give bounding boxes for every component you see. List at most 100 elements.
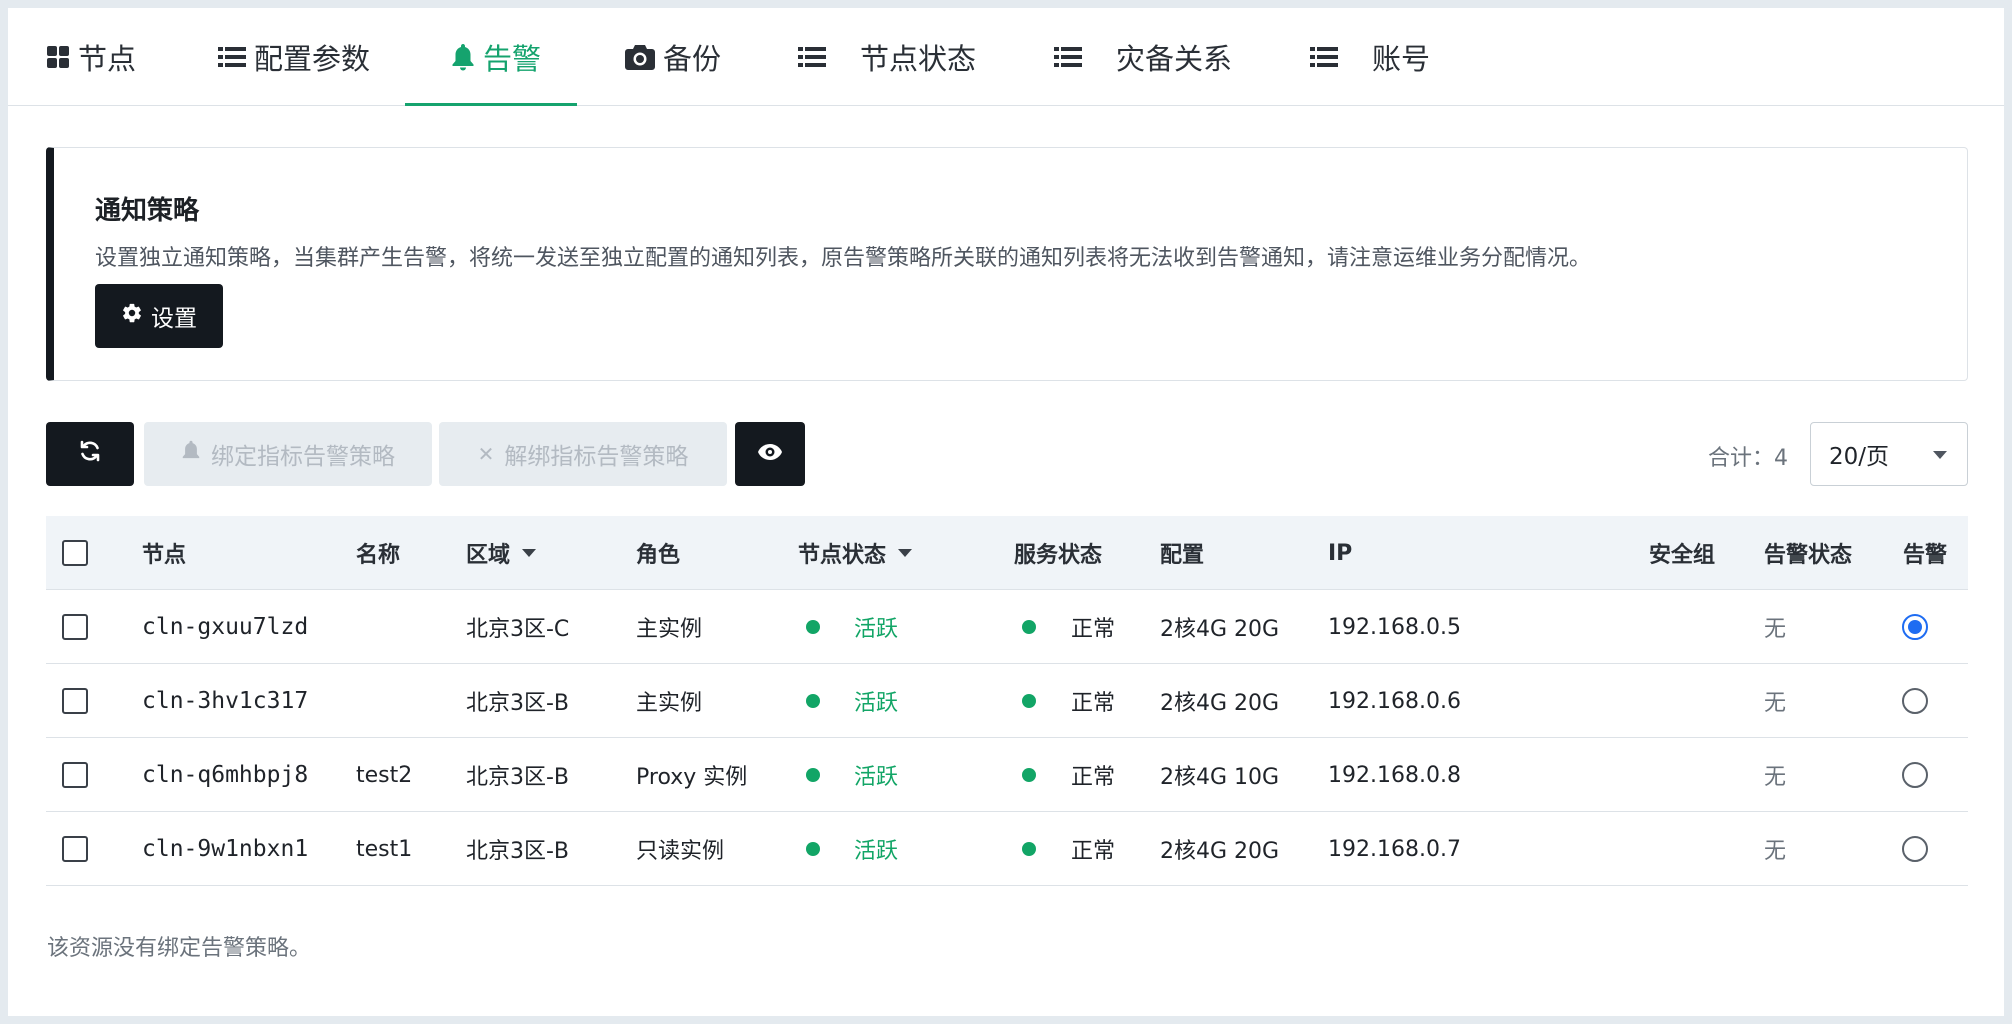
node-zone: 北京3区-C (466, 617, 570, 642)
tab-label: 灾备关系 (1116, 42, 1233, 76)
grid-icon (46, 45, 70, 69)
camera-icon (625, 44, 655, 70)
row-checkbox[interactable] (62, 614, 88, 640)
tab-bar: 节点 配置参数 告警 备份 节点状态 灾备关系 账号 (8, 8, 2004, 106)
node-ip: 192.168.0.7 (1328, 836, 1461, 862)
alarm-status: 无 (1764, 765, 1787, 790)
node-role: 主实例 (636, 691, 703, 716)
settings-label: 设置 (151, 306, 197, 332)
bell-icon (451, 43, 475, 71)
header-service-status: 服务状态 (1014, 543, 1103, 568)
notification-policy-panel: 通知策略 设置独立通知策略，当集群产生告警，将统一发送至独立配置的通知列表，原告… (46, 147, 1968, 381)
node-role: Proxy 实例 (636, 765, 748, 790)
node-status-dot (806, 738, 820, 812)
node-status: 活跃 (854, 691, 899, 716)
header-node-status: 节点状态 (798, 516, 913, 590)
row-checkbox[interactable] (62, 688, 88, 714)
header-role: 角色 (636, 543, 681, 568)
alarm-radio[interactable] (1902, 688, 1928, 714)
tab-label: 备份 (663, 42, 722, 76)
unbind-alarm-policy-button[interactable]: ✕ 解绑指标告警策略 (439, 422, 727, 486)
tab-nodes[interactable]: 节点 (46, 8, 136, 106)
node-config: 2核4G 20G (1160, 839, 1280, 864)
row-checkbox[interactable] (62, 762, 88, 788)
node-id[interactable]: cln-gxuu7lzd (142, 590, 308, 664)
alarm-status: 无 (1764, 617, 1787, 642)
list-icon (1054, 45, 1082, 69)
active-tab-indicator (405, 103, 577, 106)
header-alarm: 告警 (1903, 543, 1948, 568)
table-row[interactable]: cln-q6mhbpj8 test2 北京3区-B Proxy 实例 活跃 正常… (46, 738, 1968, 812)
header-ip: IP (1328, 540, 1353, 566)
select-all-checkbox[interactable] (62, 540, 88, 566)
tab-label: 账号 (1372, 42, 1431, 76)
node-id[interactable]: cln-q6mhbpj8 (142, 738, 308, 812)
tab-alarm[interactable]: 告警 (451, 8, 541, 106)
table-row[interactable]: cln-9w1nbxn1 test1 北京3区-B 只读实例 活跃 正常 2核4… (46, 812, 1968, 886)
tab-label: 节点状态 (860, 42, 977, 76)
view-columns-button[interactable] (735, 422, 805, 486)
chevron-down-icon (1933, 451, 1947, 459)
settings-button[interactable]: 设置 (95, 284, 223, 348)
service-status-dot (1022, 664, 1036, 738)
service-status-dot (1022, 590, 1036, 664)
tab-config-params[interactable]: 配置参数 (218, 8, 370, 106)
node-config: 2核4G 20G (1160, 691, 1280, 716)
header-node-status-label: 节点状态 (798, 543, 887, 568)
node-ip: 192.168.0.6 (1328, 688, 1461, 714)
filter-caret-icon[interactable] (522, 549, 537, 557)
gear-icon (121, 302, 143, 330)
filter-caret-icon[interactable] (898, 549, 913, 557)
tab-node-status[interactable]: 节点状态 (798, 8, 976, 106)
tab-accounts[interactable]: 账号 (1310, 8, 1430, 106)
list-icon (798, 45, 826, 69)
tab-disaster-recovery[interactable]: 灾备关系 (1054, 8, 1232, 106)
close-icon: ✕ (477, 442, 495, 466)
tab-label: 节点 (78, 42, 137, 76)
no-policy-message: 该资源没有绑定告警策略。 (47, 936, 312, 961)
node-ip: 192.168.0.5 (1328, 614, 1461, 640)
alarm-status: 无 (1764, 691, 1787, 716)
page-size-value: 20/页 (1829, 444, 1890, 470)
tab-label: 配置参数 (254, 42, 371, 76)
node-zone: 北京3区-B (466, 839, 570, 864)
header-node: 节点 (142, 543, 187, 568)
bell-plus-icon (181, 440, 201, 468)
refresh-icon (78, 439, 102, 469)
service-status: 正常 (1071, 617, 1116, 642)
header-zone: 区域 (466, 516, 537, 590)
bind-alarm-policy-label: 绑定指标告警策略 (211, 444, 395, 470)
unbind-alarm-policy-label: 解绑指标告警策略 (504, 444, 689, 470)
node-name: test2 (356, 762, 413, 788)
bind-alarm-policy-button[interactable]: 绑定指标告警策略 (144, 422, 432, 486)
service-status: 正常 (1071, 765, 1116, 790)
alarm-radio[interactable] (1902, 762, 1928, 788)
row-checkbox[interactable] (62, 836, 88, 862)
list-icon (1310, 45, 1338, 69)
table-row[interactable]: cln-3hv1c317 北京3区-B 主实例 活跃 正常 2核4G 20G 1… (46, 664, 1968, 738)
node-id[interactable]: cln-9w1nbxn1 (142, 812, 308, 886)
node-zone: 北京3区-B (466, 765, 570, 790)
header-name: 名称 (356, 543, 401, 568)
header-alarm-status: 告警状态 (1764, 543, 1853, 568)
refresh-button[interactable] (46, 422, 134, 486)
node-status: 活跃 (854, 839, 899, 864)
header-security-group: 安全组 (1649, 543, 1716, 568)
node-id[interactable]: cln-3hv1c317 (142, 664, 308, 738)
notice-title: 通知策略 (95, 196, 200, 226)
table-row[interactable]: cln-gxuu7lzd 北京3区-C 主实例 活跃 正常 2核4G 20G 1… (46, 590, 1968, 664)
service-status: 正常 (1071, 691, 1116, 716)
page-size-select[interactable]: 20/页 (1810, 422, 1968, 486)
node-role: 只读实例 (636, 839, 725, 864)
tab-backup[interactable]: 备份 (625, 8, 721, 106)
node-status: 活跃 (854, 617, 899, 642)
list-icon (218, 45, 246, 69)
alarm-status: 无 (1764, 839, 1787, 864)
header-zone-label: 区域 (466, 543, 511, 568)
alarm-panel: 节点 配置参数 告警 备份 节点状态 灾备关系 账号 通知策略 设置独立通知策略… (8, 8, 2004, 1016)
node-config: 2核4G 20G (1160, 617, 1280, 642)
table-header: 节点 名称 区域 角色 节点状态 服务状态 配置 IP 安全组 告警状态 告警 (46, 516, 1968, 590)
alarm-radio[interactable] (1902, 614, 1928, 640)
header-config: 配置 (1160, 543, 1205, 568)
alarm-radio[interactable] (1902, 836, 1928, 862)
